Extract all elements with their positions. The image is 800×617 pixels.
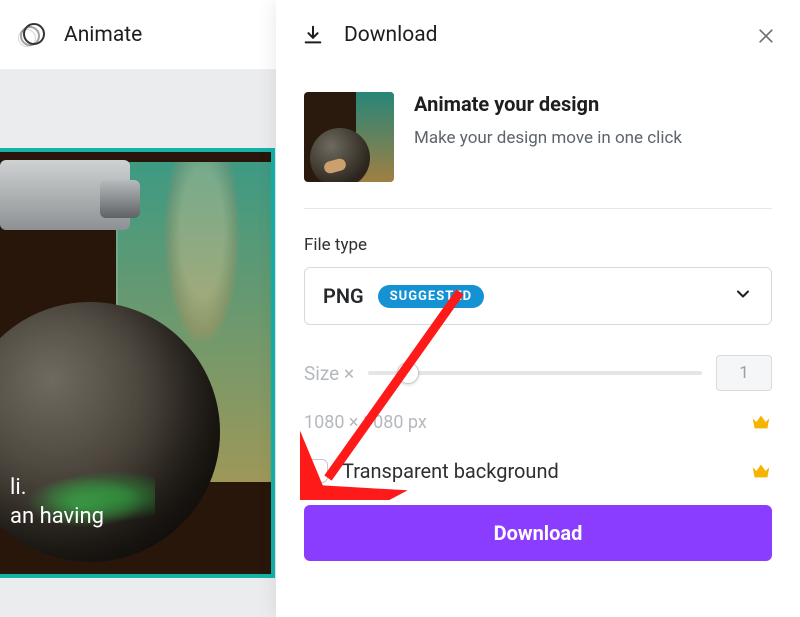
promo-thumbnail [304, 92, 394, 182]
animate-icon [18, 21, 46, 49]
design-canvas[interactable]: li. an having [0, 148, 275, 578]
chevron-down-icon [733, 284, 753, 308]
slider-thumb[interactable] [397, 362, 419, 384]
canvas-caption: li. an having [10, 473, 104, 532]
promo-subtitle: Make your design move in one click [414, 128, 682, 148]
photo-faucet [0, 160, 130, 230]
promo-title: Animate your design [414, 92, 682, 116]
transparent-background-label: Transparent background [342, 459, 559, 483]
file-type-label: File type [304, 235, 772, 255]
size-multiplier-input[interactable]: 1 [716, 355, 772, 391]
caption-line: li. [10, 473, 104, 503]
file-type-value: PNG [323, 284, 364, 308]
download-icon [302, 24, 324, 46]
suggested-badge: SUGGESTED [378, 285, 484, 308]
crown-icon [750, 460, 772, 482]
close-button[interactable] [752, 22, 780, 50]
size-label: Size × [304, 362, 354, 385]
animate-label: Animate [64, 23, 142, 47]
crown-icon [750, 411, 772, 433]
download-panel: Download Animate your design Make your d… [276, 0, 800, 617]
transparent-background-checkbox[interactable] [304, 459, 328, 483]
animate-button[interactable]: Animate [18, 21, 142, 49]
size-slider[interactable] [368, 371, 702, 375]
download-button[interactable]: Download [304, 505, 772, 561]
dimensions-text: 1080 × 1080 px [304, 412, 427, 433]
panel-title: Download [344, 23, 438, 47]
animate-promo[interactable]: Animate your design Make your design mov… [304, 92, 772, 209]
caption-line: an having [10, 502, 104, 532]
file-type-select[interactable]: PNG SUGGESTED [304, 267, 772, 325]
